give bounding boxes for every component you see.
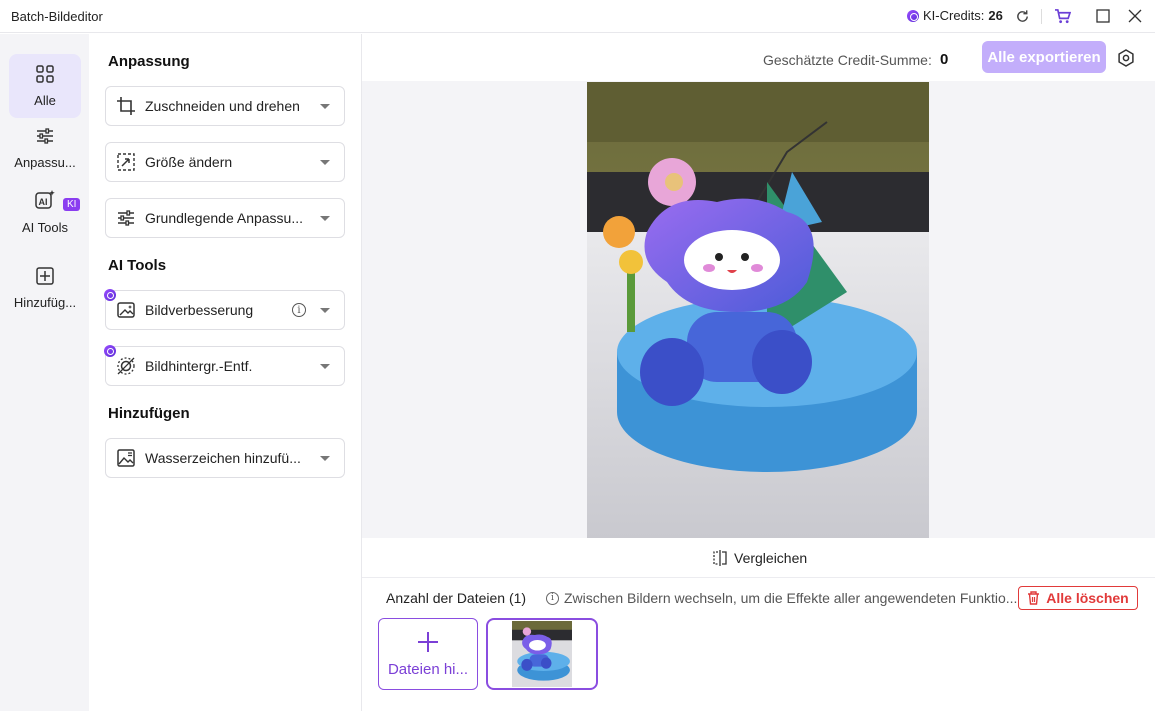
refresh-icon[interactable] [1013,7,1031,25]
resize-icon [116,152,136,172]
chevron-down-icon[interactable] [320,363,330,369]
tool-crop-rotate[interactable]: Zuschneiden und drehen [105,86,345,126]
hint-text: i Zwischen Bildern wechseln, um die Effe… [546,590,1017,606]
chevron-down-icon[interactable] [320,103,330,109]
tool-watermark[interactable]: Wasserzeichen hinzufü... [105,438,345,478]
nav-item-anpassung[interactable]: Anpassu... [9,116,81,180]
info-icon: i [546,591,559,605]
add-files-button[interactable]: Dateien hi... [378,618,478,690]
title-bar: Batch-Bildeditor KI-Credits: 26 [0,0,1155,33]
divider [362,577,1155,578]
estimated-credits-value: 0 [940,51,949,68]
ai-credit-icon [104,289,116,301]
tool-label: Bildhintergr.-Entf. [145,358,253,374]
tool-label: Grundlegende Anpassu... [145,210,304,226]
svg-text:AI: AI [39,197,48,207]
window-title: Batch-Bildeditor [11,9,103,24]
nav-item-ai-tools[interactable]: AI AI Tools [9,180,81,244]
tool-resize[interactable]: Größe ändern [105,142,345,182]
plus-square-icon [35,266,55,289]
tool-label: Bildverbesserung [145,302,254,318]
tool-panel: Anpassung Zuschneiden und drehen Größe ä… [89,34,362,711]
nav-item-label: Anpassu... [14,155,76,170]
main-toolbar: Geschätzte Credit-Summe: 0 Alle exportie… [362,34,1155,81]
ki-badge: KI [63,198,81,211]
main-area: Geschätzte Credit-Summe: 0 Alle exportie… [362,34,1155,711]
preview-photo [587,82,929,538]
ai-icon: AI [34,189,56,214]
tool-enhance[interactable]: Bildverbesserung i [104,289,345,330]
credits-display: KI-Credits: 26 [907,8,1003,23]
delete-all-label: Alle löschen [1046,590,1129,606]
chevron-down-icon[interactable] [320,455,330,461]
nav-item-label: Alle [34,93,56,108]
close-icon[interactable] [1126,7,1144,25]
enhance-icon [116,300,136,320]
chevron-down-icon[interactable] [320,215,330,221]
section-heading-anpassung: Anpassung [108,53,190,70]
file-count: Anzahl der Dateien (1) [386,590,527,606]
compare-button[interactable]: Vergleichen [712,550,807,566]
section-heading-hinzufuegen: Hinzufügen [108,405,190,422]
thumbnail-image [512,621,572,687]
crop-icon [116,96,136,116]
tool-basic-adjust[interactable]: Grundlegende Anpassu... [105,198,345,238]
compare-icon [712,550,728,566]
ai-credit-icon [104,345,116,357]
background-remove-icon [116,356,136,376]
cart-icon[interactable] [1053,7,1071,25]
credit-coin-icon [907,9,919,22]
estimated-credits-label: Geschätzte Credit-Summe: [763,52,932,68]
tool-label: Zuschneiden und drehen [145,98,300,114]
compare-label: Vergleichen [734,550,808,566]
tool-label: Wasserzeichen hinzufü... [145,450,301,466]
nav-item-label: Hinzufüg... [13,295,77,310]
settings-icon[interactable] [1117,49,1135,70]
nav-item-alle[interactable]: Alle [9,54,81,118]
maximize-icon[interactable] [1094,7,1112,25]
file-thumbnail[interactable] [486,618,598,690]
sliders-icon [35,126,55,149]
nav-item-label: AI Tools [21,220,68,235]
chevron-down-icon[interactable] [320,159,330,165]
tool-label: Größe ändern [145,154,233,170]
export-all-button[interactable]: Alle exportieren [982,41,1106,73]
image-preview [362,81,1155,538]
credits-value: 26 [988,8,1003,23]
chevron-down-icon[interactable] [320,307,330,313]
info-icon[interactable]: i [292,303,306,317]
sliders-icon [116,208,136,228]
watermark-icon [116,448,136,468]
hint-label: Zwischen Bildern wechseln, um die Effekt… [564,590,1018,606]
trash-icon [1027,591,1040,605]
grid-icon [35,64,55,87]
nav-item-hinzufuegen[interactable]: Hinzufüg... [9,256,81,320]
credits-label: KI-Credits: [923,8,985,23]
delete-all-button[interactable]: Alle löschen [1018,586,1138,610]
plus-icon [417,631,439,657]
tool-bg-remove[interactable]: Bildhintergr.-Entf. [104,345,345,386]
section-heading-ai-tools: AI Tools [108,257,167,274]
add-files-label: Dateien hi... [387,660,469,678]
left-nav: Alle Anpassu... AI AI Tools KI Hinzufüg.… [0,34,89,711]
divider [1041,9,1042,24]
